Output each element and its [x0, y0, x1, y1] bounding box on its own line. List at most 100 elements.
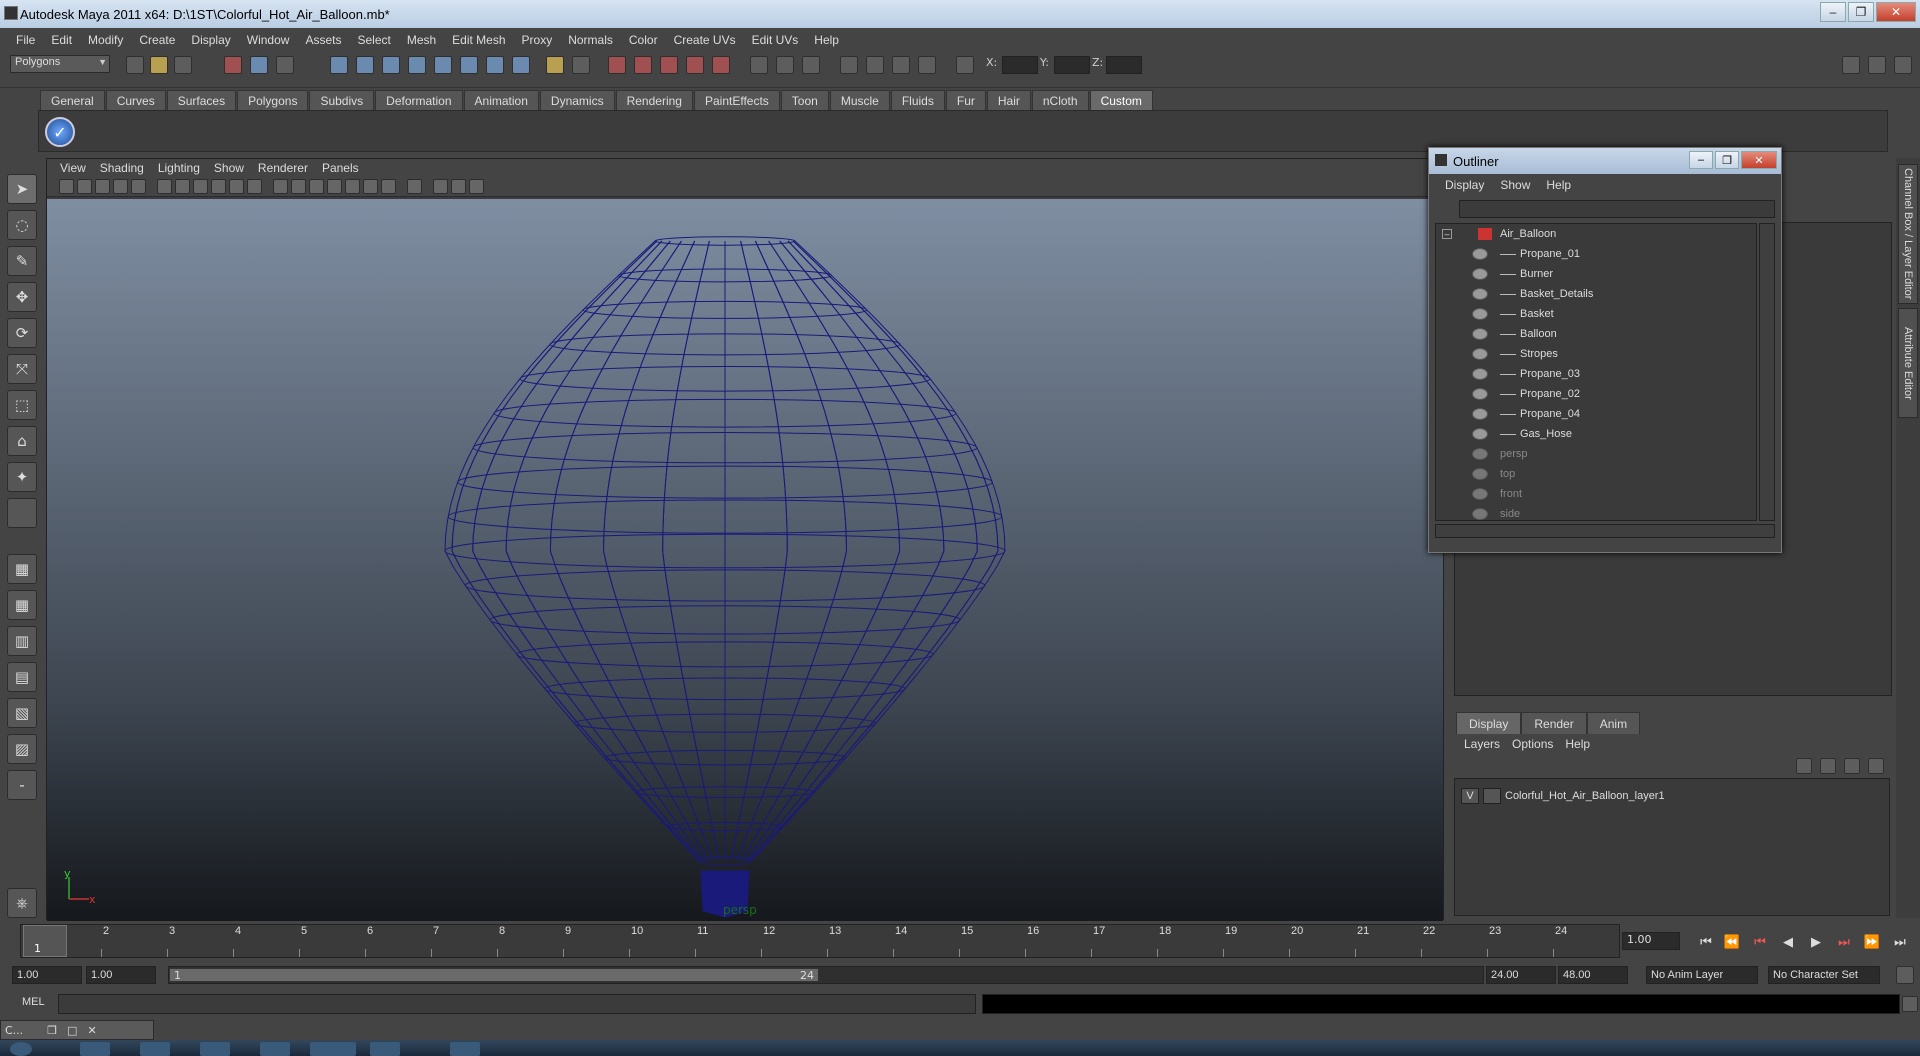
select-hierarchy-icon[interactable] [224, 56, 242, 74]
layer-visibility-toggle[interactable]: V [1461, 788, 1479, 804]
go-to-end-icon[interactable]: ⏭ [1890, 932, 1910, 952]
step-forward-key-icon[interactable]: ⏭ [1834, 932, 1854, 952]
script-editor-icon[interactable] [1902, 996, 1918, 1012]
outliner-horizontal-scrollbar[interactable] [1435, 524, 1775, 538]
snap-curve-icon[interactable] [356, 56, 374, 74]
image-plane-icon[interactable] [113, 179, 128, 194]
menu-modify[interactable]: Modify [80, 33, 131, 47]
animation-end-field[interactable]: 48.00 [1558, 966, 1628, 984]
outliner-camera-item[interactable]: persp [1436, 444, 1756, 464]
attribute-editor-toggle-icon[interactable] [1868, 56, 1886, 74]
outliner-menu-display[interactable]: Display [1437, 178, 1492, 192]
taskbar-app-icon[interactable] [260, 1042, 290, 1056]
shelf-tab-general[interactable]: General [40, 90, 105, 110]
safe-title-icon[interactable] [247, 179, 262, 194]
menu-mesh[interactable]: Mesh [399, 33, 444, 47]
outliner-camera-item[interactable]: top [1436, 464, 1756, 484]
menu-assets[interactable]: Assets [297, 33, 349, 47]
outliner-item[interactable]: Propane_02 [1436, 384, 1756, 404]
high-quality-icon[interactable] [381, 179, 396, 194]
vp-menu-renderer[interactable]: Renderer [251, 161, 315, 175]
outliner-search-field[interactable] [1459, 200, 1775, 218]
maximize-button[interactable]: ❐ [1848, 2, 1874, 22]
outliner-item[interactable]: Propane_04 [1436, 404, 1756, 424]
close-button[interactable]: ✕ [1876, 2, 1916, 22]
persp-graph-layout-icon[interactable]: ▤ [7, 662, 37, 692]
outliner-maximize-button[interactable]: ❐ [1715, 151, 1739, 169]
snap-plane-icon[interactable] [408, 56, 426, 74]
channel-box-toggle-icon[interactable] [1842, 56, 1860, 74]
taskbar-app-icon[interactable] [450, 1042, 480, 1056]
menu-proxy[interactable]: Proxy [514, 33, 561, 47]
xray-joints-icon[interactable] [451, 179, 466, 194]
menu-help[interactable]: Help [806, 33, 847, 47]
persp-outliner-layout-icon[interactable]: ▥ [7, 626, 37, 656]
current-frame-field[interactable]: 1.00 [1622, 932, 1680, 950]
layer-row[interactable]: V Colorful_Hot_Air_Balloon_layer1 [1461, 787, 1881, 805]
layer-tab-anim[interactable]: Anim [1586, 712, 1641, 734]
vp-menu-lighting[interactable]: Lighting [151, 161, 207, 175]
character-set-dropdown[interactable]: No Character Set [1768, 966, 1880, 984]
layer-menu-help[interactable]: Help [1559, 737, 1596, 751]
shelf-tab-surfaces[interactable]: Surfaces [166, 90, 237, 110]
use-lights-icon[interactable] [345, 179, 360, 194]
x-field[interactable] [1002, 56, 1038, 74]
save-scene-icon[interactable] [174, 56, 192, 74]
select-tool-icon[interactable]: ➤ [7, 174, 37, 204]
history-icon[interactable] [486, 56, 504, 74]
step-back-frame-icon[interactable]: ⏪ [1722, 932, 1742, 952]
shelf-tab-dynamics[interactable]: Dynamics [539, 90, 615, 110]
lasso-tool-icon[interactable]: ◌ [7, 210, 37, 240]
layer-menu-layers[interactable]: Layers [1458, 737, 1506, 751]
hypershade-icon[interactable] [686, 56, 704, 74]
resolution-gate-icon[interactable] [175, 179, 190, 194]
isolate-select-icon[interactable] [407, 179, 422, 194]
tool-settings-icon[interactable] [918, 56, 936, 74]
shelf-tab-animation[interactable]: Animation [463, 90, 539, 110]
ipr-render-icon[interactable] [634, 56, 652, 74]
outliner-item[interactable]: Basket_Details [1436, 284, 1756, 304]
layer-menu-options[interactable]: Options [1506, 737, 1559, 751]
universal-manipulator-icon[interactable]: ⬚ [7, 390, 37, 420]
vp-menu-shading[interactable]: Shading [93, 161, 151, 175]
shelf-tab-fluids[interactable]: Fluids [890, 90, 945, 110]
shelf-tab-ncloth[interactable]: nCloth [1031, 90, 1089, 110]
open-scene-icon[interactable] [150, 56, 168, 74]
help-icon[interactable] [512, 56, 530, 74]
play-backwards-icon[interactable]: ◀ [1778, 932, 1798, 952]
shadows-icon[interactable] [363, 179, 378, 194]
camera-attributes-icon[interactable] [77, 179, 92, 194]
outliner-menu-show[interactable]: Show [1492, 178, 1538, 192]
smooth-shade-icon[interactable] [291, 179, 306, 194]
checkmark-icon[interactable]: ✓ [45, 117, 75, 147]
mel-label[interactable]: MEL [22, 996, 45, 1008]
menu-color[interactable]: Color [621, 33, 666, 47]
layer-stack-icon[interactable] [1820, 758, 1836, 774]
menu-edit[interactable]: Edit [43, 33, 80, 47]
minimize-button[interactable]: – [1820, 2, 1846, 22]
rotate-tool-icon[interactable]: ⟳ [7, 318, 37, 348]
menu-window[interactable]: Window [239, 33, 298, 47]
outliner-item[interactable]: Basket [1436, 304, 1756, 324]
tab-attribute-editor[interactable]: Attribute Editor [1898, 308, 1918, 418]
layer-tab-display[interactable]: Display [1456, 712, 1522, 734]
layer-type-toggle[interactable] [1483, 788, 1501, 804]
make-live-icon[interactable] [460, 56, 478, 74]
layer-tab-render[interactable]: Render [1521, 712, 1587, 734]
taskbar-app-icon[interactable] [140, 1042, 170, 1056]
play-forwards-icon[interactable]: ▶ [1806, 932, 1826, 952]
outliner-toggle-icon[interactable] [866, 56, 884, 74]
gate-mask-icon[interactable] [193, 179, 208, 194]
mel-input[interactable] [58, 994, 976, 1014]
menu-create[interactable]: Create [131, 33, 183, 47]
camera-icon[interactable] [750, 56, 768, 74]
attribute-toggle-icon[interactable] [892, 56, 910, 74]
outliner-camera-item[interactable]: front [1436, 484, 1756, 504]
snap-surface-icon[interactable] [434, 56, 452, 74]
textured-icon[interactable] [327, 179, 342, 194]
menu-normals[interactable]: Normals [560, 33, 621, 47]
anim-layer-dropdown[interactable]: No Anim Layer [1646, 966, 1758, 984]
select-component-icon[interactable] [276, 56, 294, 74]
graph-editor-layout-icon[interactable]: ▨ [7, 734, 37, 764]
menu-file[interactable]: File [8, 33, 43, 47]
